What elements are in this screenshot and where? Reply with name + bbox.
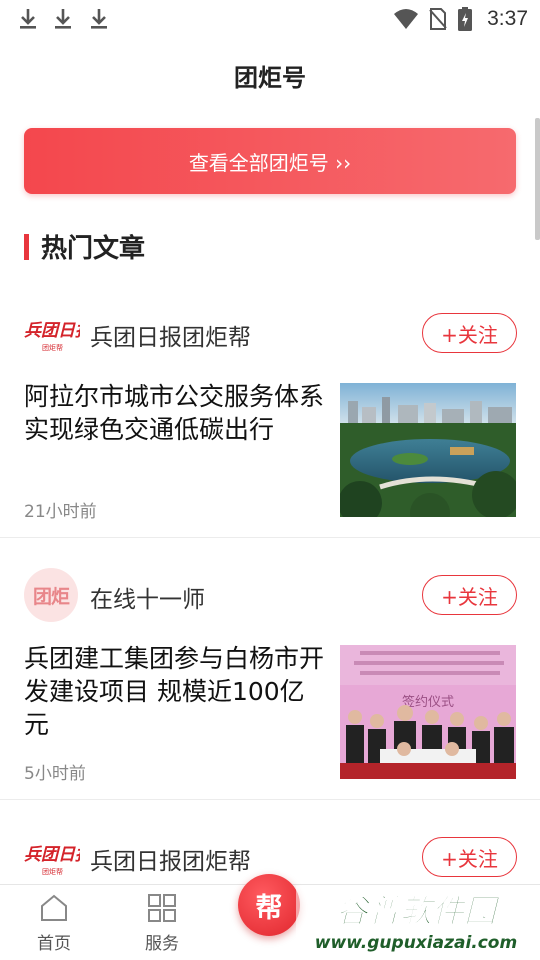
bingtuan-daily-logo-icon: 兵团日报 团炬帮 [24,321,95,352]
watermark: 谷普软件园 www.gupuxiazai.com [296,886,536,956]
nav-home[interactable]: 首页 [14,893,94,954]
svg-text:谷普软件园: 谷普软件园 [336,892,501,930]
home-icon [41,894,67,921]
nav-services[interactable]: 服务 [122,893,202,954]
grid-icon [148,894,176,922]
page-title: 团炬号 [234,64,306,92]
nav-home-label: 首页 [37,934,71,954]
source-name[interactable]: 兵团日报团炬帮 [90,842,251,876]
svg-text:兵团日报: 兵团日报 [24,321,80,341]
svg-text:团炬帮: 团炬帮 [42,343,63,352]
download-icon [55,9,71,29]
tuanju-logo-icon: 团炬 [24,568,78,622]
source-logo[interactable]: 兵团日报 团炬帮 [24,306,95,362]
svg-text:兵团日报: 兵团日报 [24,845,80,865]
divider [0,799,540,800]
source-logo[interactable]: 兵团日报 团炬帮 [24,830,95,886]
svg-text:www.gupuxiazai.com: www.gupuxiazai.com [315,933,517,953]
download-icon [20,9,36,29]
scrollbar[interactable] [535,118,540,240]
article-headline[interactable]: 兵团建工集团参与白杨市开发建设项目 规模近100亿元 [24,642,324,741]
bingtuan-daily-logo-icon: 兵团日报 团炬帮 [24,845,95,876]
battery-charging-icon [458,7,473,31]
help-button[interactable]: 帮 [238,874,300,936]
watermark-logo: 谷普软件园 www.gupuxiazai.com [296,886,536,956]
section-accent-bar [24,233,29,260]
follow-button[interactable]: +关注 [422,575,517,615]
section-title: 热门文章 [41,234,146,264]
download-icon [91,9,107,29]
follow-button[interactable]: +关注 [422,313,517,353]
article-headline[interactable]: 阿拉尔市城市公交服务体系实现绿色交通低碳出行 [24,380,324,446]
status-time: 3:37 [487,7,528,30]
divider [0,537,540,538]
nav-services-label: 服务 [145,934,179,954]
article-time: 5小时前 [24,764,86,784]
view-all-button[interactable]: 查看全部团炬号 ›› [24,128,516,194]
status-bar: 3:37 [0,0,540,38]
section-header: 热门文章 [24,228,145,265]
no-sim-icon [429,8,447,30]
source-name[interactable]: 在线十一师 [90,580,205,614]
signing-ceremony-photo: 签约仪式 [340,645,516,779]
article-thumbnail[interactable]: 签约仪式 [340,645,516,779]
svg-text:团炬帮: 团炬帮 [42,867,63,876]
source-name[interactable]: 兵团日报团炬帮 [90,318,251,352]
wifi-icon [394,9,419,29]
park-lake-photo [340,383,516,517]
source-logo[interactable]: 团炬 [24,568,80,624]
article-time: 21小时前 [24,502,97,522]
follow-button[interactable]: +关注 [422,837,517,877]
article-thumbnail[interactable] [340,383,516,517]
